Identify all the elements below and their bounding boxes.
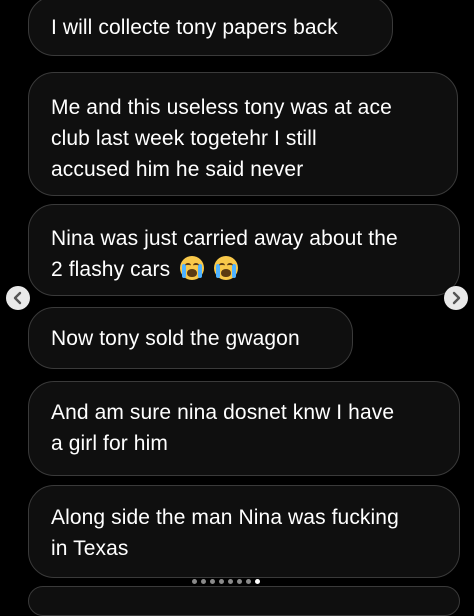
pagination-dot[interactable] — [246, 579, 251, 584]
message-text: a girl for him — [51, 432, 168, 455]
message-text: in Texas — [51, 537, 129, 560]
chevron-right-icon — [452, 291, 461, 305]
message-text: I will collecte tony papers back — [51, 16, 338, 39]
message-bubble: Nina was just carried away about the 2 f… — [28, 204, 460, 296]
message-text: Me and this useless tony was at ace — [51, 96, 392, 119]
carousel-next-button[interactable] — [444, 286, 468, 310]
message-text: Along side the man Nina was fucking — [51, 506, 399, 529]
loudly-crying-face-icon — [180, 256, 205, 280]
message-text: club last week togetehr I still — [51, 127, 317, 150]
pagination-dot[interactable] — [210, 579, 215, 584]
carousel-pagination — [192, 579, 260, 587]
message-bubble: Along side the man Nina was fucking in T… — [28, 485, 460, 578]
pagination-dot[interactable] — [228, 579, 233, 584]
message-bubble: I will collecte tony papers back — [28, 0, 393, 56]
pagination-dot[interactable] — [192, 579, 197, 584]
pagination-dot-active[interactable] — [255, 579, 260, 584]
message-text: Nina was just carried away about the — [51, 227, 398, 250]
message-bubble: Me and this useless tony was at ace club… — [28, 72, 458, 196]
carousel-prev-button[interactable] — [6, 286, 30, 310]
message-bubble: And am sure nina dosnet knw I have a gir… — [28, 381, 460, 476]
loudly-crying-face-icon — [214, 256, 239, 280]
message-text: And am sure nina dosnet knw I have — [51, 401, 395, 424]
message-bubble: Now tony sold the gwagon — [28, 307, 353, 369]
pagination-dot[interactable] — [237, 579, 242, 584]
message-bubble-partial — [28, 586, 460, 616]
message-text: Now tony sold the gwagon — [51, 327, 300, 350]
message-text: 2 flashy cars — [51, 258, 171, 281]
pagination-dot[interactable] — [201, 579, 206, 584]
chevron-left-icon — [13, 291, 22, 305]
message-text: accused him he said never — [51, 158, 304, 181]
pagination-dot[interactable] — [219, 579, 224, 584]
message-text-line: 2 flashy cars — [51, 254, 439, 285]
